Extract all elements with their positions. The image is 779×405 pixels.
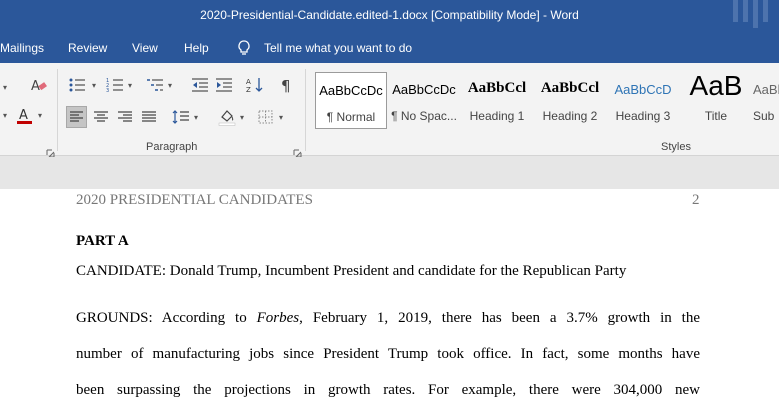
style-preview: AaB [689, 70, 743, 101]
style-preview: AaBbCcl [540, 80, 600, 96]
chevron-down-icon[interactable]: ▾ [38, 111, 42, 120]
clear-formatting-icon[interactable]: A [30, 77, 48, 93]
style-heading-3[interactable]: AaBbCcD Heading 3 [607, 72, 679, 129]
group-separator [57, 69, 58, 151]
ribbon-tabs: Mailings Review View Help Tell me what y… [0, 33, 779, 63]
increase-indent-icon[interactable] [215, 77, 233, 93]
style-name: ¶ No Spac... [391, 109, 457, 123]
title-bar: 2020-Presidential-Candidate.edited-1.doc… [0, 0, 779, 33]
page-header: 2020 PRESIDENTIAL CANDIDATES [76, 192, 313, 208]
candidate-line: CANDIDATE: Donald Trump, Incumbent Presi… [76, 263, 627, 279]
chevron-down-icon[interactable]: ▾ [3, 111, 7, 120]
document-page[interactable]: 2020 PRESIDENTIAL CANDIDATES 2 PART A CA… [0, 189, 779, 405]
page-number: 2 [692, 192, 700, 208]
document-background [0, 157, 779, 189]
align-center-icon[interactable] [92, 109, 110, 125]
chevron-down-icon[interactable]: ▾ [279, 113, 283, 122]
grounds-text: , February 1, 2019, there has been a 3.7… [299, 310, 701, 326]
style-title[interactable]: AaB Title [680, 70, 752, 129]
style-subtitle[interactable]: AaBb Sub [753, 72, 779, 129]
tab-help[interactable]: Help [184, 41, 209, 55]
font-dialog-launcher-icon[interactable] [46, 143, 55, 158]
font-color-icon[interactable]: A [16, 107, 34, 124]
chevron-down-icon[interactable]: ▾ [92, 81, 96, 90]
lightbulb-icon[interactable] [237, 40, 251, 56]
borders-icon[interactable] [257, 109, 275, 125]
window-title: 2020-Presidential-Candidate.edited-1.doc… [200, 8, 579, 22]
style-heading-1[interactable]: AaBbCcl Heading 1 [461, 72, 533, 129]
ribbon: ▾ A ▾ A ▾ ▾ 123 ▾ ▾ AZ ¶ ▾ ▾ ▾ Paragraph… [0, 63, 779, 158]
grounds-text: GROUNDS: According to [76, 310, 257, 326]
chevron-down-icon[interactable]: ▾ [240, 113, 244, 122]
chevron-down-icon[interactable]: ▾ [194, 113, 198, 122]
tab-view[interactable]: View [132, 41, 158, 55]
svg-text:¶: ¶ [281, 77, 291, 93]
numbering-icon[interactable]: 123 [106, 77, 124, 93]
chevron-down-icon[interactable]: ▾ [3, 83, 7, 92]
style-preview: AaBbCcDc [392, 82, 456, 97]
style-name: ¶ Normal [326, 110, 376, 124]
style-preview: AaBb [753, 82, 779, 97]
multilevel-list-icon[interactable] [146, 77, 164, 93]
sort-icon[interactable]: AZ [246, 77, 264, 93]
styles-group-label: Styles [661, 141, 691, 153]
title-bar-decoration [733, 0, 779, 33]
chevron-down-icon[interactable]: ▾ [168, 81, 172, 90]
tab-review[interactable]: Review [68, 41, 107, 55]
style-normal[interactable]: AaBbCcDc ¶ Normal [315, 72, 387, 129]
tab-mailings[interactable]: Mailings [0, 41, 44, 55]
svg-text:3: 3 [106, 88, 109, 93]
style-name: Sub [753, 109, 775, 123]
style-preview: AaBbCcl [467, 80, 527, 96]
style-no-spacing[interactable]: AaBbCcDc ¶ No Spac... [388, 72, 460, 129]
paragraph-dialog-launcher-icon[interactable] [293, 143, 302, 158]
style-name: Heading 2 [542, 109, 598, 123]
show-formatting-marks-icon[interactable]: ¶ [278, 77, 296, 93]
decrease-indent-icon[interactable] [191, 77, 209, 93]
align-right-icon[interactable] [116, 109, 134, 125]
svg-text:A: A [246, 78, 251, 86]
style-name: Title [704, 109, 728, 123]
chevron-down-icon[interactable]: ▾ [128, 81, 132, 90]
svg-text:Z: Z [246, 86, 251, 93]
style-heading-2[interactable]: AaBbCcl Heading 2 [534, 72, 606, 129]
tell-me-search[interactable]: Tell me what you want to do [264, 41, 412, 55]
group-separator [305, 69, 306, 151]
part-heading: PART A [76, 233, 129, 249]
line-spacing-icon[interactable] [172, 109, 190, 125]
bullets-icon[interactable] [68, 77, 86, 93]
style-name: Heading 1 [469, 109, 525, 123]
shading-icon[interactable] [218, 108, 236, 126]
align-left-button[interactable] [66, 106, 87, 128]
justify-icon[interactable] [140, 109, 158, 125]
paragraph-group-label: Paragraph [146, 141, 198, 153]
style-name: Heading 3 [615, 109, 671, 123]
styles-gallery: AaBbCcDc ¶ Normal AaBbCcDc ¶ No Spac... … [315, 70, 779, 129]
source-name: Forbes [256, 310, 300, 326]
grounds-line-3: been surpassing the projections in growt… [76, 382, 700, 398]
grounds-line-2: number of manufacturing jobs since Presi… [76, 346, 700, 362]
svg-text:A: A [19, 108, 28, 123]
style-preview: AaBbCcDc [319, 83, 383, 98]
style-preview: AaBbCcD [614, 82, 672, 97]
grounds-line-1: GROUNDS: According to Forbes, February 1… [76, 310, 700, 327]
